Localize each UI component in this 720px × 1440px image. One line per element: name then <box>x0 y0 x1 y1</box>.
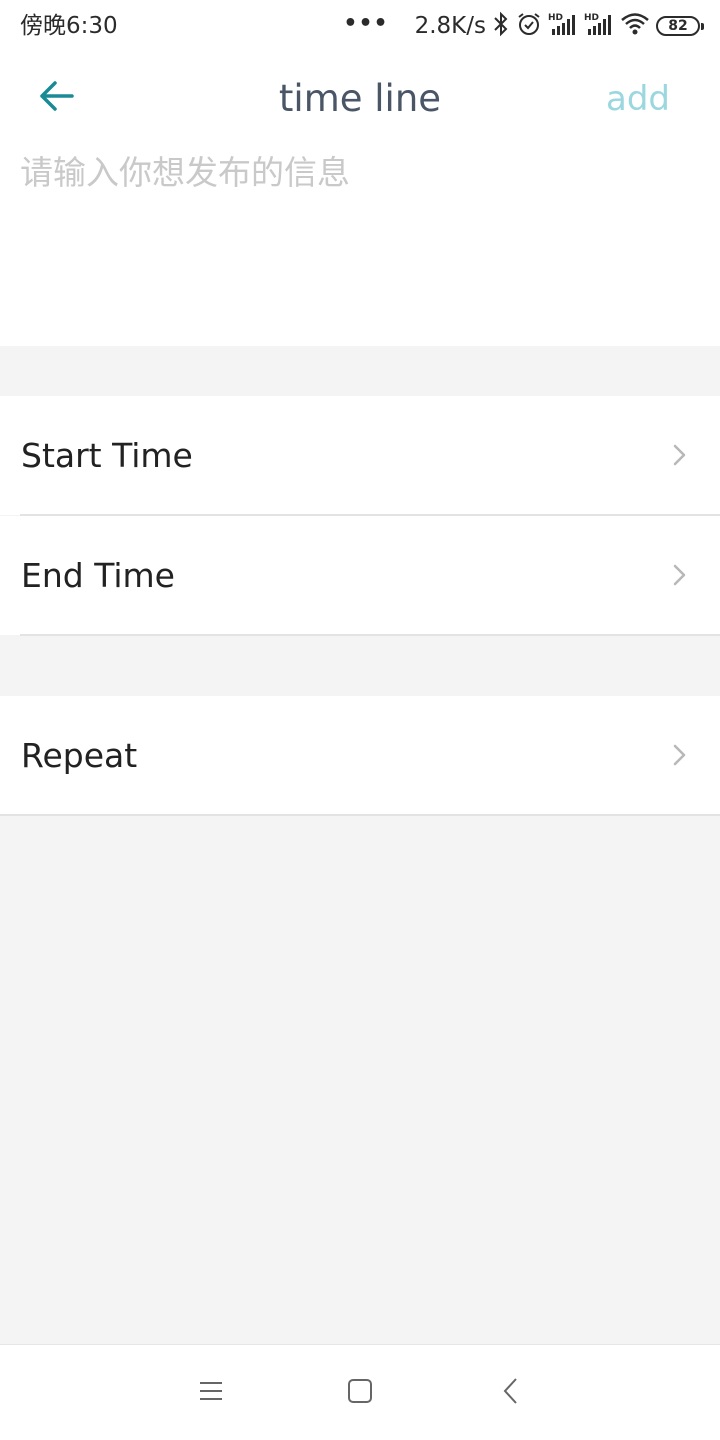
bluetooth-icon <box>492 11 510 41</box>
menu-icon <box>198 1379 224 1407</box>
home-button[interactable] <box>340 1373 380 1413</box>
chevron-right-icon <box>670 442 690 468</box>
end-time-row[interactable]: End Time <box>0 516 720 635</box>
hd-signal-icon: HD <box>584 11 614 41</box>
end-time-label: End Time <box>21 556 175 595</box>
svg-text:HD: HD <box>584 13 599 23</box>
alarm-icon <box>516 11 542 41</box>
status-bar: 傍晚6:30 ••• 2.8K/s HD HD 82 <box>0 0 720 54</box>
divider <box>0 814 720 816</box>
start-time-row[interactable]: Start Time <box>0 396 720 515</box>
app-header: time line add <box>0 54 720 146</box>
divider <box>20 634 720 636</box>
add-button[interactable]: add <box>606 76 670 122</box>
menu-button[interactable] <box>191 1373 231 1413</box>
wifi-icon <box>620 11 650 41</box>
back-nav-button[interactable] <box>491 1373 531 1413</box>
system-nav-bar <box>0 1344 720 1440</box>
back-icon <box>501 1377 521 1409</box>
compose-area <box>0 146 720 346</box>
start-time-label: Start Time <box>21 436 193 475</box>
status-icons: ••• 2.8K/s HD HD 82 <box>343 10 704 42</box>
status-time: 傍晚6:30 <box>20 13 118 39</box>
chevron-right-icon <box>670 742 690 768</box>
battery-icon: 82 <box>656 16 704 36</box>
home-icon <box>347 1378 373 1408</box>
repeat-row[interactable]: Repeat <box>0 696 720 815</box>
chevron-right-icon <box>670 562 690 588</box>
network-speed: 2.8K/s <box>414 13 486 39</box>
hd-signal-icon: HD <box>548 11 578 41</box>
message-input[interactable] <box>20 150 700 330</box>
more-notifications-icon: ••• <box>343 11 389 36</box>
repeat-label: Repeat <box>21 736 138 775</box>
svg-text:HD: HD <box>548 13 563 23</box>
